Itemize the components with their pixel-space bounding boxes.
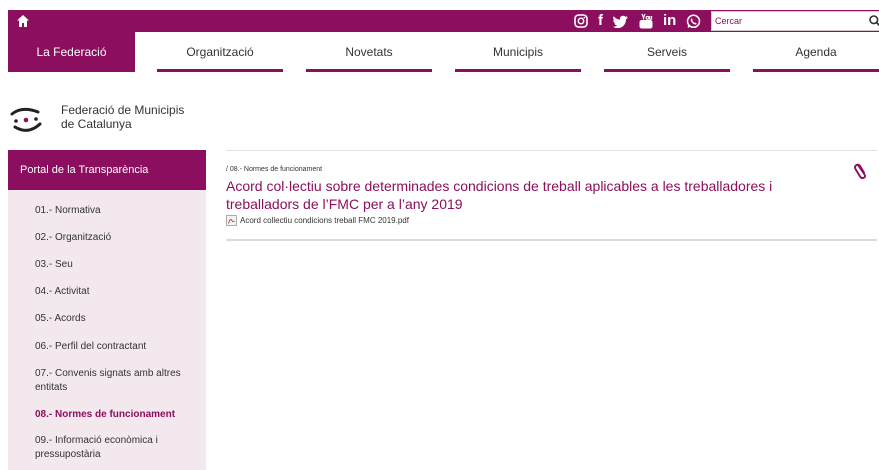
sidebar: Portal de la Transparència 01.- Normativ…	[8, 150, 206, 470]
nav-item-agenda[interactable]: Agenda	[753, 32, 879, 72]
sidebar-item-perfil-contractant[interactable]: 06.- Perfil del contractant	[35, 340, 205, 354]
divider	[226, 150, 877, 151]
nav-item-organitzacio[interactable]: Organització	[157, 32, 283, 72]
sidebar-item-acords[interactable]: 05.- Acords	[35, 312, 205, 326]
home-icon[interactable]	[16, 14, 30, 28]
search-input[interactable]	[712, 12, 862, 30]
instagram-icon[interactable]	[574, 14, 588, 28]
breadcrumb: / 08.- Normes de funcionament	[226, 166, 323, 173]
nav-item-novetats[interactable]: Novetats	[306, 32, 432, 72]
social-links: f in	[574, 11, 701, 31]
nav-underline	[157, 69, 283, 72]
linkedin-icon[interactable]: in	[663, 11, 676, 31]
nav-underline	[455, 69, 581, 72]
paperclip-icon[interactable]	[853, 160, 869, 180]
nav-item-label: Municipis	[492, 45, 543, 59]
youtube-icon[interactable]	[639, 13, 653, 29]
nav-item-serveis[interactable]: Serveis	[604, 32, 730, 72]
pdf-file-icon	[226, 215, 237, 226]
brand-name: Federació de Municipis de Catalunya	[61, 103, 211, 131]
nav-item-label: Serveis	[646, 45, 687, 59]
attachment-row: Acord collectiu condicions treball FMC 2…	[226, 215, 409, 226]
sidebar-item-convenis[interactable]: 07.- Convenis signats amb altres entitat…	[35, 367, 200, 395]
sidebar-item-informacio-economica[interactable]: 09.- Informació econòmica i pressupostàr…	[35, 434, 200, 462]
sidebar-item-organitzacio[interactable]: 02.- Organització	[35, 231, 205, 245]
sidebar-item-normativa[interactable]: 01.- Normativa	[35, 204, 205, 218]
document-title: Acord col·lectiu sobre determinades cond…	[226, 178, 773, 212]
nav-item-label: Novetats	[345, 45, 393, 59]
attachment-link[interactable]: Acord collectiu condicions treball FMC 2…	[240, 216, 409, 225]
nav-item-la-federacio[interactable]: La Federació	[8, 32, 135, 72]
fmc-logo-icon	[10, 107, 42, 132]
brand-line-1: Federació de Municipis	[61, 103, 185, 117]
sidebar-item-normes-funcionament[interactable]: 08.- Normes de funcionament	[35, 408, 205, 422]
twitter-icon[interactable]	[613, 15, 629, 28]
main-nav: La Federació Organització Novetats Munic…	[8, 32, 879, 72]
nav-item-municipis[interactable]: Municipis	[455, 32, 581, 72]
top-bar: f in	[8, 10, 879, 32]
brand-line-2: de Catalunya	[61, 117, 132, 131]
nav-underline	[604, 69, 730, 72]
nav-underline	[306, 69, 432, 72]
sidebar-item-seu[interactable]: 03.- Seu	[35, 258, 205, 272]
nav-item-label: La Federació	[36, 45, 107, 59]
sidebar-header[interactable]: Portal de la Transparència	[8, 150, 206, 190]
nav-underline	[753, 69, 879, 72]
sidebar-item-activitat[interactable]: 04.- Activitat	[35, 285, 205, 299]
nav-item-label: Agenda	[795, 45, 837, 59]
search-icon[interactable]	[868, 14, 879, 28]
nav-item-label: Organització	[186, 45, 254, 59]
whatsapp-icon[interactable]	[686, 14, 701, 29]
site-logo[interactable]: Federació de Municipis de Catalunya	[8, 103, 208, 137]
facebook-icon[interactable]: f	[598, 11, 603, 31]
divider	[226, 239, 877, 241]
search-box	[711, 11, 879, 31]
